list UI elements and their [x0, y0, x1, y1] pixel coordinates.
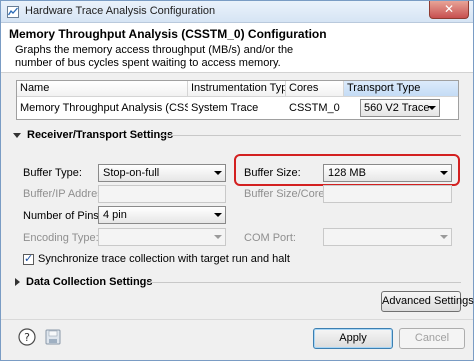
dialog-window: Hardware Trace Analysis Configuration ✕ … — [0, 0, 474, 361]
svg-text:?: ? — [24, 331, 30, 344]
chevron-down-icon — [214, 171, 222, 175]
buffer-size-core-id-input[interactable] — [323, 185, 452, 203]
apply-button[interactable]: Apply — [313, 328, 393, 349]
column-header-name[interactable]: Name — [17, 81, 188, 97]
cell-name: Memory Throughput Analysis (CSSTM_0) — [20, 102, 188, 114]
com-port-select[interactable] — [323, 228, 452, 246]
data-collection-section-toggle[interactable]: Data Collection Settings — [15, 276, 153, 288]
cell-instrumentation-type: System Trace — [191, 102, 259, 114]
trace-app-icon — [7, 6, 19, 18]
page-description: Graphs the memory access throughput (MB/… — [15, 44, 294, 69]
receiver-section-toggle[interactable]: Receiver/Transport Settings — [13, 129, 173, 141]
section-divider — [146, 282, 461, 283]
chevron-down-icon — [214, 213, 222, 217]
chevron-down-icon — [214, 235, 222, 239]
buffer-type-label: Buffer Type: — [23, 167, 82, 179]
number-of-pins-label: Number of Pins: — [23, 210, 102, 222]
receiver-section-title: Receiver/Transport Settings — [27, 129, 174, 141]
section-divider — [161, 135, 461, 136]
close-icon: ✕ — [443, 2, 455, 16]
column-header-instrumentation-type[interactable]: Instrumentation Type — [188, 81, 286, 97]
com-port-label: COM Port: — [244, 232, 296, 244]
collapse-triangle-icon — [15, 278, 20, 287]
advanced-settings-button[interactable]: Advanced Settings — [381, 291, 474, 312]
column-header-cores[interactable]: Cores — [286, 81, 344, 97]
chevron-down-icon — [428, 106, 436, 110]
dialog-header: Memory Throughput Analysis (CSSTM_0) Con… — [1, 23, 473, 73]
footer-divider — [1, 319, 473, 320]
page-title: Memory Throughput Analysis (CSSTM_0) Con… — [9, 27, 327, 41]
analysis-table: Name Instrumentation Type Cores Transpor… — [16, 80, 459, 120]
sync-trace-label[interactable]: Synchronize trace collection with target… — [38, 253, 290, 265]
sync-trace-checkbox[interactable]: ✓ — [23, 253, 34, 265]
checkmark-icon: ✓ — [24, 253, 34, 265]
number-of-pins-value: 4 pin — [103, 209, 127, 221]
buffer-ip-address-input[interactable] — [98, 185, 226, 203]
title-bar: Hardware Trace Analysis Configuration ✕ — [1, 1, 473, 23]
chevron-down-icon — [440, 235, 448, 239]
close-button[interactable]: ✕ — [429, 1, 469, 19]
buffer-size-highlight — [234, 154, 460, 186]
transport-type-value: 560 V2 Trace — [364, 102, 430, 114]
encoding-type-select[interactable] — [98, 228, 226, 246]
data-collection-section-title: Data Collection Settings — [26, 276, 153, 288]
transport-type-select[interactable]: 560 V2 Trace — [360, 99, 440, 117]
buffer-type-value: Stop-on-full — [103, 167, 160, 179]
cell-cores: CSSTM_0 — [289, 102, 340, 114]
buffer-type-select[interactable]: Stop-on-full — [98, 164, 226, 182]
column-header-transport-type[interactable]: Transport Type — [344, 81, 458, 97]
cancel-button[interactable]: Cancel — [399, 328, 465, 349]
save-icon[interactable] — [44, 328, 62, 346]
expand-triangle-icon — [13, 132, 21, 138]
window-title: Hardware Trace Analysis Configuration — [25, 5, 216, 17]
help-icon[interactable]: ? — [18, 328, 36, 346]
encoding-type-label: Encoding Type: — [23, 232, 99, 244]
number-of-pins-select[interactable]: 4 pin — [98, 206, 226, 224]
